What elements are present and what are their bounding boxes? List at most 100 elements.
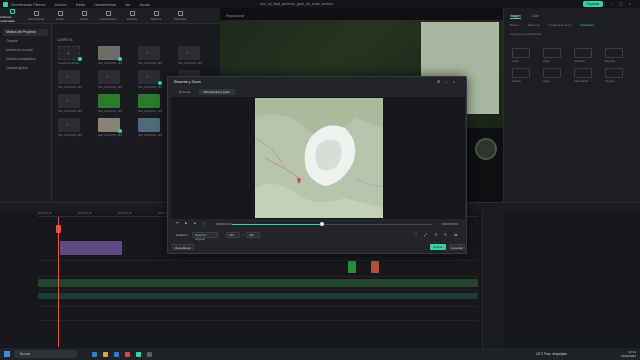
tab-transiciones[interactable]: Transiciones <box>96 8 120 24</box>
playhead-handle[interactable] <box>56 225 61 233</box>
height-input[interactable]: 480 <box>246 232 260 238</box>
filmora-icon[interactable] <box>136 351 141 357</box>
subtab-mascara[interactable]: Máscara <box>528 23 540 27</box>
media-label: IMG_20231022_110000 <box>138 110 162 113</box>
cancel-button[interactable]: Cancelar <box>449 244 465 250</box>
media-thumb[interactable] <box>138 94 160 108</box>
tab-efectos[interactable]: Efectos <box>120 8 144 24</box>
tab-recortar[interactable]: Recortar <box>174 89 196 95</box>
media-thumb[interactable]: ♪ <box>138 46 160 60</box>
media-toolbar: Archivos multimedia Stock Media Audio Tí… <box>0 8 220 24</box>
tab-stickers[interactable]: Stickers <box>144 8 168 24</box>
progress-knob[interactable] <box>320 222 324 226</box>
task-view-icon[interactable] <box>92 351 97 357</box>
media-thumb[interactable]: ♪ <box>58 118 80 132</box>
media-thumb[interactable]: ♪ <box>138 70 160 84</box>
preset-tile[interactable] <box>605 48 623 58</box>
system-clock[interactable]: 12:14 12/04/2024 <box>621 350 636 358</box>
edge-icon[interactable] <box>114 351 119 357</box>
taskbar-search[interactable]: Buscar <box>14 350 78 358</box>
progress-slider[interactable] <box>232 222 432 226</box>
menu-archivo[interactable]: Archivo <box>55 3 67 7</box>
flip-icon[interactable]: ⇆ <box>454 232 457 237</box>
music-note-icon <box>57 11 63 16</box>
playhead[interactable] <box>58 217 59 347</box>
menu-ver[interactable]: Ver <box>125 3 130 7</box>
loop-icon[interactable]: ▢ <box>203 221 206 225</box>
timeline-clip[interactable] <box>371 261 379 273</box>
minimize-icon[interactable]: – <box>445 79 452 84</box>
apply-button[interactable]: Aplicar <box>430 244 446 250</box>
export-button[interactable]: Exportar <box>583 1 603 7</box>
preset-tile[interactable] <box>543 48 561 58</box>
media-thumb[interactable] <box>98 94 120 108</box>
sidebar-item-global-folder[interactable]: Carpeta global <box>3 65 48 72</box>
weather-widget[interactable]: 15°C Prac. despejado <box>536 352 567 356</box>
media-thumb[interactable]: ♪ <box>98 70 120 84</box>
menu-editar[interactable]: Editar <box>76 3 85 7</box>
media-thumb[interactable] <box>138 118 160 132</box>
import-media-button[interactable]: + <box>58 46 80 60</box>
map-image[interactable] <box>255 98 383 218</box>
sidebar-item-shared-media[interactable]: Medios compartidos <box>3 56 48 63</box>
app-icon[interactable] <box>125 351 130 357</box>
tab-color[interactable]: Color <box>532 14 540 18</box>
stop-icon[interactable]: ■ <box>194 221 196 225</box>
minimize-icon[interactable]: – <box>611 1 619 6</box>
rotate-left-icon[interactable]: ↺ <box>434 232 437 237</box>
rotate-right-icon[interactable]: ↻ <box>444 232 447 237</box>
file-explorer-icon[interactable] <box>103 351 108 357</box>
tab-plantillas[interactable]: Plantillas <box>168 8 192 24</box>
preset-tile[interactable] <box>512 68 530 78</box>
ratio-select[interactable]: Relación original <box>192 232 218 241</box>
timeline-clip[interactable] <box>348 261 356 273</box>
media-thumb[interactable]: ♪ <box>58 94 80 108</box>
fullscreen-icon[interactable]: ⤢ <box>424 232 427 237</box>
preset-tile[interactable] <box>574 48 592 58</box>
tab-archivos-multimedia[interactable]: Archivos multimedia <box>0 8 24 24</box>
tab-titulos[interactable]: Títulos <box>72 8 96 24</box>
preset-tile[interactable] <box>605 68 623 78</box>
tab-label: Plantillas <box>173 17 186 21</box>
properties-panel: Imagen Color Básico Máscara Inteligencia… <box>503 8 640 202</box>
sidebar-item-cloud-media[interactable]: Medios de la nube <box>3 47 48 54</box>
tab-panoramica-zoom[interactable]: Panorámica y zoom <box>198 89 236 95</box>
subtab-animacion[interactable]: Animación <box>580 23 594 27</box>
preset-tile[interactable] <box>512 48 530 58</box>
width-input[interactable]: 480 <box>226 232 240 238</box>
preset-tile[interactable] <box>574 68 592 78</box>
preset-tile[interactable] <box>543 68 561 78</box>
fit-icon[interactable]: ⛶ <box>414 232 417 237</box>
preset-label: Acercar <box>512 80 521 83</box>
media-thumb[interactable]: ♪ <box>178 46 200 60</box>
app-icon[interactable] <box>147 351 152 357</box>
clock-date: 12/04/2024 <box>620 354 636 358</box>
close-icon[interactable]: × <box>629 1 637 6</box>
media-thumb[interactable]: ♪ <box>58 70 80 84</box>
tab-imagen[interactable]: Imagen <box>510 14 521 19</box>
ruler-tick: 00:00:10:00 <box>118 212 132 215</box>
tab-stock-media[interactable]: Stock Media <box>24 8 48 24</box>
timeline-clip[interactable] <box>38 279 478 287</box>
subtab-basico[interactable]: Básico <box>510 23 519 27</box>
menu-herramientas[interactable]: Herramientas <box>94 3 116 7</box>
rewind-icon[interactable]: ⏮ <box>176 221 179 225</box>
dialog-window-controls: ⚙–× <box>437 79 460 84</box>
media-thumb[interactable] <box>98 118 120 132</box>
maximize-icon[interactable]: ▢ <box>619 1 629 6</box>
menu-ayuda[interactable]: Ayuda <box>139 3 149 7</box>
tab-audio[interactable]: Audio <box>48 8 72 24</box>
reset-button[interactable]: Restablecer <box>172 244 194 250</box>
compass-dial-icon <box>475 138 497 160</box>
subtab-ia[interactable]: Inteligencia de IA <box>548 23 571 27</box>
video-track <box>38 261 478 277</box>
sidebar-item-project-media[interactable]: Medios del Proyecto <box>3 29 48 36</box>
windows-start-icon[interactable] <box>4 351 10 357</box>
audio-clip[interactable] <box>38 293 478 299</box>
timeline-clip[interactable] <box>60 241 122 255</box>
media-thumb[interactable] <box>98 46 120 60</box>
sidebar-item-folder[interactable]: Carpeta <box>3 38 48 45</box>
tab-label: Audio <box>56 17 64 21</box>
play-icon[interactable]: ▶ <box>185 221 187 225</box>
close-icon[interactable]: × <box>453 79 460 84</box>
